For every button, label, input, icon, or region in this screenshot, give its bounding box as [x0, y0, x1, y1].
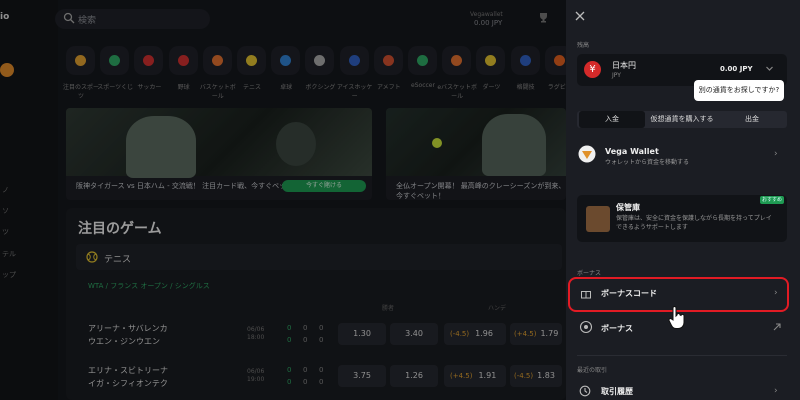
tooltip: 別の通貨をお探しですか? — [694, 80, 784, 101]
transaction-history-label[interactable]: 取引履歴 — [601, 386, 633, 397]
external-link-icon[interactable] — [772, 322, 782, 332]
tab-buy-crypto[interactable]: 仮想通貨を購入する — [647, 111, 717, 128]
bonus-label[interactable]: ボーナス — [601, 323, 633, 334]
currency-section-label: 残高 — [577, 42, 590, 49]
currency-amount: 0.00 JPY — [720, 65, 753, 73]
history-section-label: 最近の取引 — [577, 367, 608, 374]
divider — [577, 355, 787, 356]
hand-cursor-icon — [668, 306, 685, 329]
modal-overlay[interactable] — [0, 0, 566, 400]
chevron-right-icon[interactable]: › — [774, 149, 778, 159]
bonus-icon — [579, 320, 593, 334]
currency-code: JPY — [612, 72, 621, 79]
vault-icon — [586, 206, 610, 232]
tab-withdraw[interactable]: 出金 — [719, 111, 785, 128]
vega-wallet-subtitle: ウォレットから資金を移動する — [605, 159, 690, 166]
vega-wallet-icon — [578, 145, 596, 163]
yen-icon: ¥ — [584, 61, 601, 78]
currency-name: 日本円 — [612, 61, 636, 70]
bonus-section-label: ボーナス — [577, 270, 602, 277]
close-icon[interactable] — [574, 10, 586, 22]
history-icon — [579, 385, 591, 397]
chevron-down-icon[interactable] — [765, 64, 774, 73]
vault-description: 保管庫は、安全に資金を保護しながら長期を持ってプレイできるようサポートします — [616, 215, 772, 231]
vault-title: 保管庫 — [616, 203, 640, 212]
vega-wallet-title[interactable]: Vega Wallet — [605, 147, 659, 156]
recommend-badge: おすすめ — [760, 196, 784, 204]
tab-deposit[interactable]: 入金 — [579, 111, 645, 128]
chevron-right-icon[interactable]: › — [774, 386, 778, 396]
